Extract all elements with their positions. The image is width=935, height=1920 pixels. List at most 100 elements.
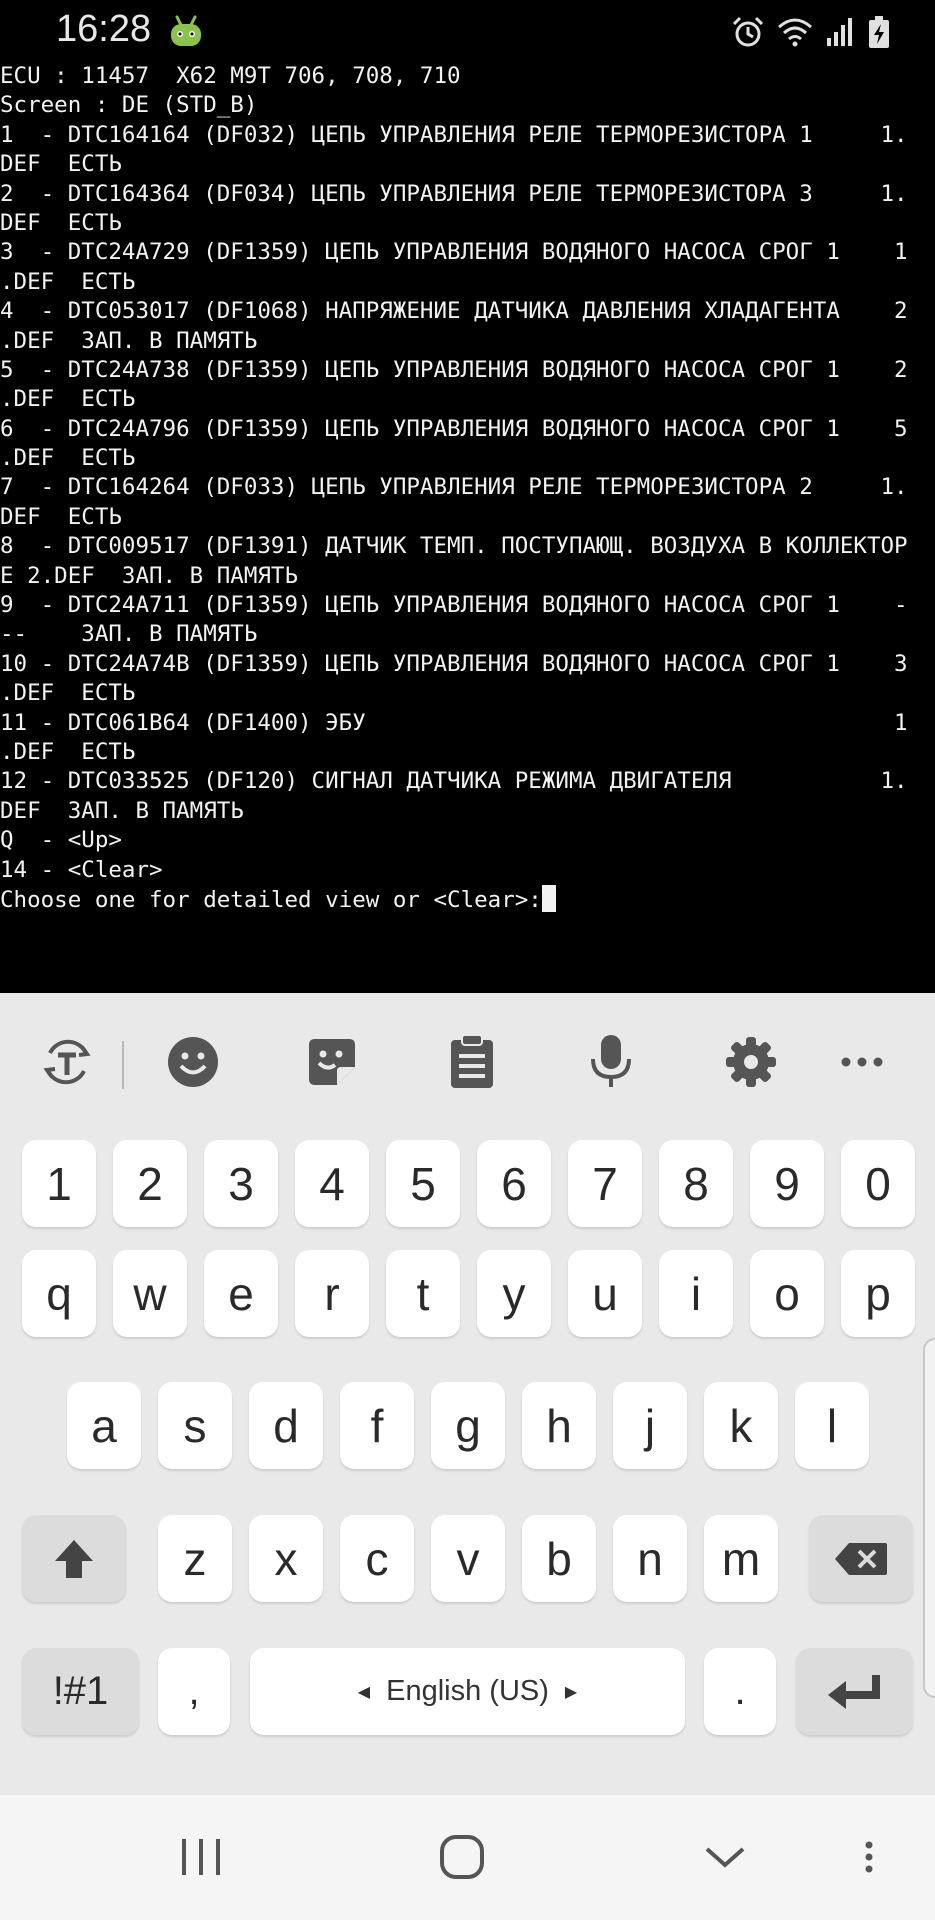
key-l[interactable]: l: [795, 1382, 869, 1469]
terminal-line: 3 - DTC24A729 (DF1359) ЦЕПЬ УПРАВЛЕНИЯ В…: [0, 239, 908, 266]
more-icon[interactable]: [831, 1031, 893, 1093]
emoji-icon[interactable]: [162, 1031, 224, 1093]
key-7[interactable]: 7: [568, 1140, 642, 1227]
status-bar: 16:28: [0, 0, 935, 62]
terminal-line: Screen : DE (STD_B): [0, 92, 258, 119]
terminal-line: .DEF ЕСТЬ: [0, 738, 136, 765]
text-cursor: [541, 884, 556, 912]
cell-signal-icon: [827, 18, 852, 46]
battery-charging-icon: [869, 16, 889, 48]
spacebar-language-label: English (US): [386, 1675, 549, 1707]
key-x[interactable]: x: [249, 1515, 323, 1602]
terminal-line: 5 - DTC24A738 (DF1359) ЦЕПЬ УПРАВЛЕНИЯ В…: [0, 356, 908, 383]
key-1[interactable]: 1: [22, 1140, 96, 1227]
terminal-line: ECU : 11457 X62 M9T 706, 708, 710: [0, 63, 461, 89]
terminal-line: Q - <Up>: [0, 827, 122, 854]
key-k[interactable]: k: [704, 1382, 778, 1469]
key-q[interactable]: q: [22, 1250, 96, 1337]
key-i[interactable]: i: [659, 1250, 733, 1337]
edge-panel-handle[interactable]: [923, 1338, 935, 1698]
microphone-icon[interactable]: [580, 1031, 642, 1093]
terminal-line: .DEF ЕСТЬ: [0, 445, 136, 472]
terminal-line: DEF ЗАП. В ПАМЯТЬ: [0, 797, 244, 824]
key-j[interactable]: j: [613, 1382, 687, 1469]
terminal-line: 6 - DTC24A796 (DF1359) ЦЕПЬ УПРАВЛЕНИЯ В…: [0, 415, 908, 442]
key-w[interactable]: w: [113, 1250, 187, 1337]
keyboard-toolbar: [0, 993, 935, 1138]
key-t[interactable]: t: [386, 1250, 460, 1337]
recent-apps-icon[interactable]: [166, 1825, 236, 1889]
terminal-line: 11 - DTC061B64 (DF1400) ЭБУ 1: [0, 709, 908, 736]
key-5[interactable]: 5: [386, 1140, 460, 1227]
toolbar-divider: [122, 1041, 124, 1089]
backspace-key[interactable]: [809, 1515, 913, 1602]
terminal-line: .DEF ЕСТЬ: [0, 268, 136, 295]
key-f[interactable]: f: [340, 1382, 414, 1469]
key-p[interactable]: p: [841, 1250, 915, 1337]
key-9[interactable]: 9: [750, 1140, 824, 1227]
enter-key[interactable]: [796, 1648, 913, 1735]
key-z[interactable]: z: [158, 1515, 232, 1602]
key-a[interactable]: a: [67, 1382, 141, 1469]
key-b[interactable]: b: [522, 1515, 596, 1602]
sticker-icon[interactable]: [301, 1031, 363, 1093]
key-8[interactable]: 8: [659, 1140, 733, 1227]
key-3[interactable]: 3: [204, 1140, 278, 1227]
menu-dots-icon[interactable]: [834, 1825, 904, 1889]
language-next-icon: ▶: [564, 1683, 578, 1701]
enter-icon: [827, 1674, 880, 1709]
terminal-line: Е 2.DEF ЗАП. В ПАМЯТЬ: [0, 562, 299, 589]
translate-icon[interactable]: [36, 1031, 98, 1093]
terminal-line: 7 - DTC164264 (DF033) ЦЕПЬ УПРАВЛЕНИЯ РЕ…: [0, 474, 908, 501]
key-6[interactable]: 6: [477, 1140, 551, 1227]
symbols-key[interactable]: !#1: [22, 1648, 139, 1735]
terminal-line: 8 - DTC009517 (DF1391) ДАТЧИК ТЕМП. ПОСТ…: [0, 533, 908, 560]
language-prev-icon: ◀: [357, 1683, 371, 1701]
spacebar[interactable]: ◀ English (US) ▶: [250, 1648, 685, 1735]
key-c[interactable]: c: [340, 1515, 414, 1602]
key-m[interactable]: m: [704, 1515, 778, 1602]
terminal-line: 1 - DTC164164 (DF032) ЦЕПЬ УПРАВЛЕНИЯ РЕ…: [0, 121, 908, 148]
terminal-line: DEF ЕСТЬ: [0, 503, 122, 530]
comma-key[interactable]: ,: [158, 1648, 230, 1735]
key-h[interactable]: h: [522, 1382, 596, 1469]
key-y[interactable]: y: [477, 1250, 551, 1337]
key-v[interactable]: v: [431, 1515, 505, 1602]
terminal-prompt: Choose one for detailed view or <Clear>:: [0, 886, 542, 913]
key-r[interactable]: r: [295, 1250, 369, 1337]
terminal-line: .DEF ЕСТЬ: [0, 386, 136, 413]
key-g[interactable]: g: [431, 1382, 505, 1469]
period-key[interactable]: .: [704, 1648, 776, 1735]
shift-arrow-icon: [55, 1539, 93, 1578]
settings-gear-icon[interactable]: [720, 1031, 782, 1093]
android-icon: [171, 15, 201, 46]
key-o[interactable]: o: [750, 1250, 824, 1337]
wifi-icon: [778, 18, 812, 47]
key-4[interactable]: 4: [295, 1140, 369, 1227]
terminal-output[interactable]: ECU : 11457 X62 M9T 706, 708, 710 Screen …: [0, 62, 935, 992]
key-d[interactable]: d: [249, 1382, 323, 1469]
key-u[interactable]: u: [568, 1250, 642, 1337]
key-e[interactable]: e: [204, 1250, 278, 1337]
terminal-line: DEF ЕСТЬ: [0, 209, 122, 236]
terminal-prompt-line[interactable]: Choose one for detailed view or <Clear>:: [0, 884, 935, 914]
terminal-line: -- ЗАП. В ПАМЯТЬ: [0, 621, 258, 648]
navigation-bar: [0, 1795, 935, 1920]
backspace-icon: [835, 1542, 887, 1575]
terminal-line: 2 - DTC164364 (DF034) ЦЕПЬ УПРАВЛЕНИЯ РЕ…: [0, 180, 908, 207]
home-icon[interactable]: [427, 1825, 497, 1889]
key-2[interactable]: 2: [113, 1140, 187, 1227]
soft-keyboard: 1 2 3 4 5 6 7 8 9 0 q w e r t y u i o p a s d f g h j k l z x c v b n m !#1,…: [0, 993, 935, 1795]
terminal-line: DEF ЕСТЬ: [0, 151, 122, 178]
key-0[interactable]: 0: [841, 1140, 915, 1227]
terminal-line: 12 - DTC033525 (DF120) СИГНАЛ ДАТЧИКА РЕ…: [0, 768, 908, 795]
clipboard-icon[interactable]: [441, 1031, 503, 1093]
shift-key[interactable]: [22, 1515, 126, 1602]
key-n[interactable]: n: [613, 1515, 687, 1602]
terminal-line: .DEF ЕСТЬ: [0, 680, 136, 707]
key-s[interactable]: s: [158, 1382, 232, 1469]
alarm-icon: [732, 16, 764, 47]
back-icon[interactable]: [690, 1825, 760, 1889]
terminal-line: .DEF ЗАП. В ПАМЯТЬ: [0, 327, 258, 354]
status-time: 16:28: [56, 8, 152, 50]
